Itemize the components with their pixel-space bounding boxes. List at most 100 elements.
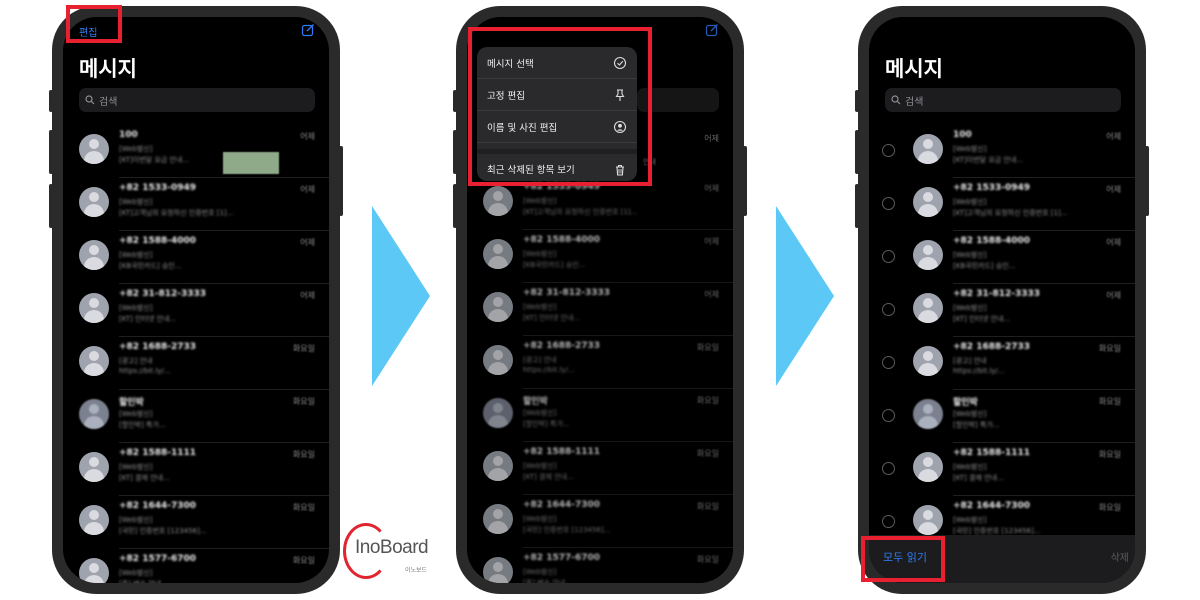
conversation-row[interactable]: +82 31-812-3333 어제 [Web발신] [KT] 인터넷 안내... (869, 284, 1135, 337)
select-radio[interactable] (882, 303, 895, 316)
search-placeholder: 검색 (905, 96, 924, 108)
message-preview-line1: [Web발신] (119, 145, 153, 153)
avatar-icon (913, 240, 943, 270)
select-radio[interactable] (882, 356, 895, 369)
message-preview-line1: [Web발신] (953, 304, 987, 312)
avatar-icon (913, 346, 943, 376)
message-preview-line1: [Web발신] (953, 410, 987, 418)
power-button (339, 146, 343, 216)
message-time: 화요일 (292, 556, 315, 565)
message-time: 화요일 (292, 344, 315, 353)
avatar-icon (79, 293, 109, 323)
conversation-row[interactable]: 할인박 화요일 [Web발신] [할인박] 특가... (63, 390, 329, 443)
message-time: 어제 (1106, 238, 1121, 247)
search-placeholder: 검색 (99, 96, 118, 108)
conversation-row[interactable]: +82 1688-2733 화요일 [광고] 안내 https://bit.ly/..… (869, 337, 1135, 390)
message-preview-line1: [Web발신] (119, 251, 153, 259)
conversation-row[interactable]: +82 1688-2733 화요일 [광고] 안내 https://bit.ly/..… (63, 337, 329, 390)
avatar-icon (79, 187, 109, 217)
conversation-row[interactable]: +82 1588-1111 화요일 [Web발신] [KT] 결제 안내... (869, 443, 1135, 496)
sender-name: 할인박 (119, 398, 144, 408)
sender-name: +82 1533-0949 (119, 183, 197, 193)
highlight-box-menu (468, 27, 652, 186)
messages-screen-3: 메시지 검색 100 어제 [Web발신] [KT]이번달 요금 안내... +82 1… (869, 17, 1135, 583)
compose-icon[interactable] (301, 23, 315, 37)
volume-down-button (49, 184, 53, 228)
conversation-row[interactable]: +82 1644-7300 화요일 [Web발신] [국민] 인증번호 [123456… (63, 496, 329, 549)
sender-name: +82 1688-2733 (953, 342, 1031, 352)
highlight-box-edit (66, 5, 122, 43)
conversation-row[interactable]: +82 1588-1111 화요일 [Web발신] [KT] 결제 안내... (63, 443, 329, 496)
sender-name: +82 1577-6700 (119, 554, 197, 564)
arrow-right-icon (776, 206, 834, 386)
message-preview-line2: [국민] 인증번호 [123456]... (119, 527, 207, 535)
message-preview-line1: [Web발신] (953, 463, 987, 471)
conversation-row[interactable]: +82 1588-4000 어제 [Web발신] [KB국민카드] 승인... (869, 231, 1135, 284)
conversation-row[interactable]: +82 1577-6700 화요일 [Web발신] [홈] 배송 안내... (63, 549, 329, 583)
message-time: 화요일 (1098, 450, 1121, 459)
message-time: 어제 (300, 238, 315, 247)
message-preview-line2: [할인박] 특가... (119, 421, 166, 429)
conversation-row[interactable]: +82 1588-4000 어제 [Web발신] [KB국민카드] 승인... (63, 231, 329, 284)
select-radio[interactable] (882, 197, 895, 210)
volume-down-button (855, 184, 859, 228)
message-time: 화요일 (292, 397, 315, 406)
sender-name: +82 31-812-3333 (953, 289, 1041, 299)
sender-name: +82 1588-4000 (953, 236, 1031, 246)
message-preview-line1: [Web발신] (119, 198, 153, 206)
messages-screen-1: 편집 메시지 검색 100 어제 [Web발신] [KT]이번달 요금 안내... +8… (63, 17, 329, 583)
message-preview-line1: [Web발신] (953, 516, 987, 524)
message-preview-line2: [KB국민카드] 승인... (119, 262, 182, 270)
message-time: 어제 (1106, 132, 1121, 141)
page-title: 메시지 (885, 57, 943, 81)
message-time: 어제 (1106, 185, 1121, 194)
message-preview-line2: https://bit.ly/... (119, 367, 171, 375)
message-time: 어제 (300, 291, 315, 300)
sender-name: +82 1644-7300 (953, 501, 1031, 511)
avatar-icon (79, 240, 109, 270)
select-radio[interactable] (882, 515, 895, 528)
conversation-row[interactable]: 100 어제 [Web발신] [KT]이번달 요금 안내... (869, 125, 1135, 178)
power-button (743, 146, 747, 216)
avatar-icon (913, 399, 943, 429)
search-input[interactable]: 검색 (885, 88, 1121, 112)
avatar-icon (79, 134, 109, 164)
mute-switch (855, 90, 859, 112)
select-radio[interactable] (882, 409, 895, 422)
search-input[interactable]: 검색 (79, 88, 315, 112)
avatar-icon (79, 399, 109, 429)
sender-name: 100 (119, 130, 138, 140)
conversation-row[interactable]: 100 어제 [Web발신] [KT]이번달 요금 안내... (63, 125, 329, 178)
phone-frame-3: 메시지 검색 100 어제 [Web발신] [KT]이번달 요금 안내... +82 1… (855, 6, 1149, 594)
select-radio[interactable] (882, 462, 895, 475)
message-time: 화요일 (1098, 503, 1121, 512)
sender-name: +82 1644-7300 (119, 501, 197, 511)
message-time: 화요일 (1098, 397, 1121, 406)
highlight-box-read-all (861, 536, 945, 582)
phone-frame-1: 편집 메시지 검색 100 어제 [Web발신] [KT]이번달 요금 안내... +8… (49, 6, 343, 594)
message-preview-line2: https://bit.ly/... (953, 367, 1005, 375)
message-preview-line1: [Web발신] (953, 198, 987, 206)
select-radio[interactable] (882, 144, 895, 157)
conversation-row[interactable]: +82 31-812-3333 어제 [Web발신] [KT] 인터넷 안내... (63, 284, 329, 337)
avatar-icon (913, 505, 943, 535)
message-time: 화요일 (292, 450, 315, 459)
message-time: 화요일 (1098, 344, 1121, 353)
conversation-row[interactable]: +82 1533-0949 어제 [Web발신] [KT]고객님의 요청하신 인증번호… (63, 178, 329, 231)
avatar-icon (913, 187, 943, 217)
sender-name: 100 (953, 130, 972, 140)
avatar-icon (79, 505, 109, 535)
message-preview-line1: [광고] 안내 (953, 357, 987, 365)
message-preview-line2: [KT] 인터넷 안내... (119, 315, 177, 323)
conversation-row[interactable]: 할인박 화요일 [Web발신] [할인박] 특가... (869, 390, 1135, 443)
volume-up-button (453, 130, 457, 174)
avatar-icon (79, 346, 109, 376)
select-radio[interactable] (882, 250, 895, 263)
message-preview-line2: [KT]고객님의 요청하신 인증번호 [1]... (953, 209, 1068, 217)
conversation-row[interactable]: +82 1533-0949 어제 [Web발신] [KT]고객님의 요청하신 인증번호… (869, 178, 1135, 231)
arrow-right-icon (372, 206, 430, 386)
power-button (1145, 146, 1149, 216)
message-preview-line1: [광고] 안내 (119, 357, 153, 365)
delete-button[interactable]: 삭제 (1111, 549, 1129, 564)
message-preview-line1: [Web발신] (953, 251, 987, 259)
